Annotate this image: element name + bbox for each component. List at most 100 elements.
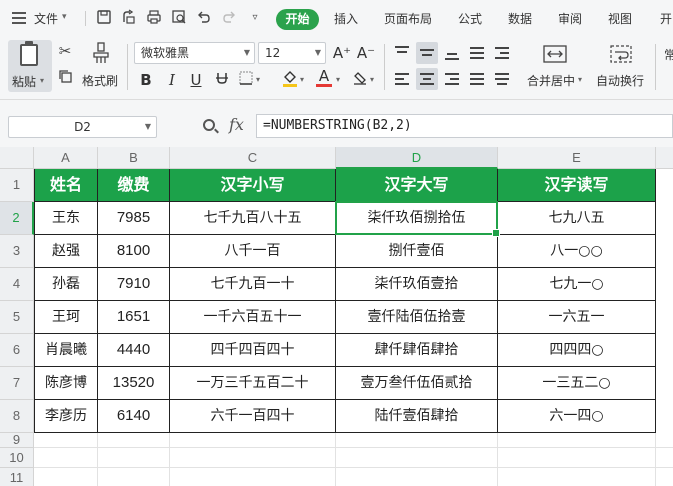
table-cell-d3[interactable]: 捌仟壹佰 xyxy=(336,235,498,268)
align-center-icon[interactable] xyxy=(416,68,438,90)
header-cell-b[interactable]: 缴费 xyxy=(98,169,170,202)
quick-access-dropdown-icon[interactable]: ▿ xyxy=(246,9,264,27)
header-cell-a[interactable]: 姓名 xyxy=(34,169,98,202)
table-cell-c3[interactable]: 八千一百 xyxy=(170,235,336,268)
spreadsheet-grid[interactable]: A B C D E 1 2 3 4 5 6 7 8 9 10 11 姓名 缴费 汉字小写 汉字大写 汉字读写 王东 7985… xyxy=(0,147,673,486)
justify-icon[interactable] xyxy=(466,68,488,90)
number-format-label[interactable]: 常 xyxy=(664,46,673,63)
header-cell-e[interactable]: 汉字读写 xyxy=(498,169,656,202)
header-cell-d[interactable]: 汉字大写 xyxy=(336,169,498,202)
rotate-text-icon[interactable] xyxy=(466,42,488,64)
row-header-4[interactable]: 4 xyxy=(0,268,34,301)
column-header-d[interactable]: D xyxy=(336,147,498,169)
table-cell-c4[interactable]: 七千九百一十 xyxy=(170,268,336,301)
tab-view[interactable]: 视图 xyxy=(608,10,632,27)
row-header-11[interactable]: 11 xyxy=(0,468,34,486)
table-cell-d2[interactable]: 柒仟玖佰捌拾伍 xyxy=(336,202,498,235)
select-all-corner[interactable] xyxy=(0,147,34,169)
table-cell-c7[interactable]: 一万三千五百二十 xyxy=(170,367,336,400)
table-cell-a8[interactable]: 李彦历 xyxy=(34,400,98,433)
fill-color-icon[interactable] xyxy=(280,68,300,88)
column-header-e[interactable]: E xyxy=(498,147,656,169)
format-painter-icon[interactable] xyxy=(92,42,110,63)
font-color-button[interactable]: A xyxy=(314,68,334,88)
table-cell-a3[interactable]: 赵强 xyxy=(34,235,98,268)
print-preview-icon[interactable] xyxy=(170,9,188,27)
row-header-9[interactable]: 9 xyxy=(0,433,34,448)
merge-dropdown-icon[interactable]: ▾ xyxy=(578,75,582,84)
table-cell-e3[interactable]: 八一○○ xyxy=(498,235,656,268)
align-left-icon[interactable] xyxy=(391,68,413,90)
table-cell-e5[interactable]: 一六五一 xyxy=(498,301,656,334)
paste-button[interactable]: 粘贴 ▾ xyxy=(8,40,52,92)
table-cell-e7[interactable]: 一三五二○ xyxy=(498,367,656,400)
print-icon[interactable] xyxy=(145,9,163,27)
format-painter-label[interactable]: 格式刷 xyxy=(82,72,118,89)
table-cell-e4[interactable]: 七九一○ xyxy=(498,268,656,301)
distributed-align-icon[interactable] xyxy=(491,68,513,90)
table-cell-a6[interactable]: 肖晨曦 xyxy=(34,334,98,367)
paste-dropdown-icon[interactable]: ▾ xyxy=(40,76,44,85)
table-cell-e2[interactable]: 七九八五 xyxy=(498,202,656,235)
hamburger-menu-icon[interactable] xyxy=(12,12,26,24)
tab-review[interactable]: 审阅 xyxy=(558,10,582,27)
redo-icon[interactable] xyxy=(220,9,238,27)
table-cell-b3[interactable]: 8100 xyxy=(98,235,170,268)
row-header-5[interactable]: 5 xyxy=(0,301,34,334)
table-cell-d6[interactable]: 肆仟肆佰肆拾 xyxy=(336,334,498,367)
table-cell-d5[interactable]: 壹仟陆佰伍拾壹 xyxy=(336,301,498,334)
table-cell-a7[interactable]: 陈彦博 xyxy=(34,367,98,400)
table-cell-c5[interactable]: 一千六百五十一 xyxy=(170,301,336,334)
tab-page-layout[interactable]: 页面布局 xyxy=(384,10,432,27)
tab-home[interactable]: 开始 xyxy=(276,9,319,30)
table-cell-a2[interactable]: 王东 xyxy=(34,202,98,235)
table-cell-e8[interactable]: 六一四○ xyxy=(498,400,656,433)
undo-icon[interactable] xyxy=(195,9,213,27)
align-right-icon[interactable] xyxy=(441,68,463,90)
border-icon[interactable] xyxy=(236,70,256,90)
italic-button[interactable]: I xyxy=(162,70,182,90)
table-cell-c2[interactable]: 七千九百八十五 xyxy=(170,202,336,235)
table-cell-a5[interactable]: 王珂 xyxy=(34,301,98,334)
strikethrough-button[interactable] xyxy=(212,70,232,90)
column-header-f[interactable] xyxy=(656,147,673,169)
clear-dropdown-icon[interactable]: ▾ xyxy=(370,75,374,84)
copy-icon[interactable] xyxy=(56,68,74,86)
table-cell-b6[interactable]: 4440 xyxy=(98,334,170,367)
font-name-select[interactable]: 微软雅黑 ▼ xyxy=(134,42,255,64)
header-cell-c[interactable]: 汉字小写 xyxy=(170,169,336,202)
table-cell-b2[interactable]: 7985 xyxy=(98,202,170,235)
table-cell-b7[interactable]: 13520 xyxy=(98,367,170,400)
row-header-2[interactable]: 2 xyxy=(0,202,34,235)
table-cell-b4[interactable]: 7910 xyxy=(98,268,170,301)
save-icon[interactable] xyxy=(95,9,113,27)
table-cell-b5[interactable]: 1651 xyxy=(98,301,170,334)
grow-font-button[interactable]: A⁺ xyxy=(332,43,352,63)
table-cell-e6[interactable]: 四四四○ xyxy=(498,334,656,367)
fx-icon[interactable]: fx xyxy=(229,115,244,134)
font-color-dropdown-icon[interactable]: ▾ xyxy=(336,75,340,84)
tab-developer[interactable]: 开 xyxy=(660,10,672,27)
column-header-b[interactable]: B xyxy=(98,147,170,169)
table-cell-c6[interactable]: 四千四百四十 xyxy=(170,334,336,367)
underline-button[interactable]: U xyxy=(186,70,206,90)
align-middle-icon[interactable] xyxy=(416,42,438,64)
wrap-text-label[interactable]: 自动换行 xyxy=(596,72,644,89)
file-menu[interactable]: 文件 xyxy=(34,10,58,27)
row-header-3[interactable]: 3 xyxy=(0,235,34,268)
zoom-icon[interactable] xyxy=(203,119,215,131)
table-cell-d8[interactable]: 陆仟壹佰肆拾 xyxy=(336,400,498,433)
indent-icon[interactable] xyxy=(491,42,513,64)
table-cell-a4[interactable]: 孙磊 xyxy=(34,268,98,301)
align-top-icon[interactable] xyxy=(391,42,413,64)
shrink-font-button[interactable]: A⁻ xyxy=(356,43,376,63)
export-icon[interactable] xyxy=(120,9,138,27)
name-box[interactable]: D2 ▼ xyxy=(8,116,157,138)
tab-formulas[interactable]: 公式 xyxy=(458,10,482,27)
row-header-7[interactable]: 7 xyxy=(0,367,34,400)
font-size-select[interactable]: 12 ▼ xyxy=(258,42,326,64)
merge-center-icon[interactable] xyxy=(541,44,569,66)
fill-color-dropdown-icon[interactable]: ▾ xyxy=(300,75,304,84)
column-header-c[interactable]: C xyxy=(170,147,336,169)
table-cell-d7[interactable]: 壹万叁仟伍佰贰拾 xyxy=(336,367,498,400)
